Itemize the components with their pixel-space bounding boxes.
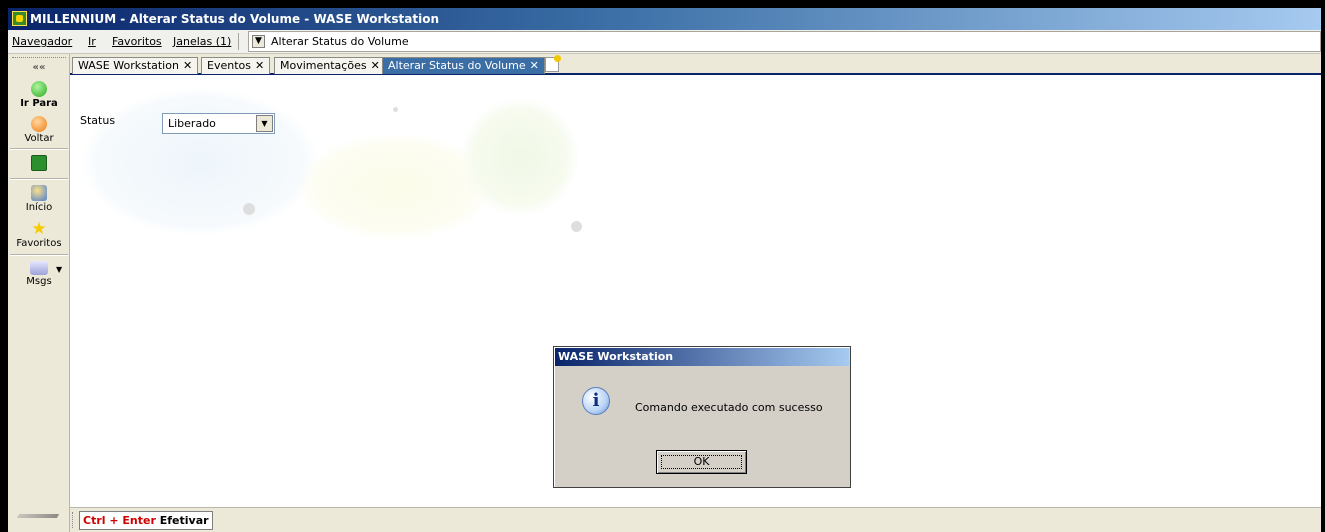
watermark-dot [243, 203, 255, 215]
sidebar-inicio-label: Início [25, 202, 53, 213]
home-icon [31, 185, 47, 201]
close-icon[interactable]: ✕ [255, 59, 264, 72]
menu-ir[interactable]: Ir [88, 35, 96, 48]
sidebar-separator [10, 178, 68, 180]
tab-eventos[interactable]: Eventos ✕ [201, 57, 271, 74]
dialog-message: Comando executado com sucesso [635, 401, 823, 414]
menu-bar: Navegador Ir Favoritos Janelas (1) ▼ Alt… [8, 30, 1321, 54]
shortcut-key-label: Ctrl + Enter [83, 514, 156, 527]
menu-janelas[interactable]: Janelas (1) [173, 35, 231, 48]
app-logo-icon [12, 11, 27, 26]
address-bar[interactable]: ▼ Alterar Status do Volume [248, 31, 1321, 52]
menu-separator [238, 33, 239, 50]
tab-label: Eventos [207, 59, 251, 72]
info-icon: i [582, 387, 610, 415]
status-select-value: Liberado [168, 117, 216, 130]
refresh-icon [31, 155, 47, 171]
address-text: Alterar Status do Volume [271, 35, 409, 48]
footer-grip [72, 512, 76, 528]
message-dialog: WASE Workstation i Comando executado com… [553, 346, 851, 488]
sidebar-ir-para-button[interactable]: Ir Para [8, 81, 70, 109]
close-icon[interactable]: ✕ [183, 59, 192, 72]
back-icon [31, 116, 47, 132]
sidebar-resize-handle[interactable] [16, 514, 60, 518]
tab-alterar-status-do-volume[interactable]: Alterar Status do Volume ✕ [382, 57, 545, 74]
mail-icon [30, 261, 48, 275]
menu-janelas-label: Janelas (1) [173, 35, 232, 48]
sidebar-separator [10, 148, 68, 150]
new-tab-icon[interactable] [545, 55, 561, 72]
window-title: MILLENNIUM - Alterar Status do Volume - … [30, 12, 440, 26]
menu-ir-label: Ir [88, 35, 96, 48]
close-icon[interactable]: ✕ [371, 59, 380, 72]
go-icon [31, 81, 47, 97]
sidebar-voltar-button[interactable]: Voltar [8, 116, 70, 144]
sidebar-favoritos-button[interactable]: ★ Favoritos [8, 219, 70, 250]
sidebar-favoritos-label: Favoritos [16, 238, 62, 249]
status-label: Status [80, 114, 116, 127]
menu-favoritos[interactable]: Favoritos [112, 35, 162, 48]
tab-bar: WASE Workstation ✕ Eventos ✕ Movimentações… [70, 54, 1321, 75]
tab-label: WASE Workstation [78, 59, 179, 72]
menu-navegador-label: Navegador [12, 35, 73, 48]
sidebar-msgs-button[interactable]: ▼ Msgs [8, 261, 70, 287]
tab-movimentacoes[interactable]: Movimentações ✕ [274, 57, 386, 74]
watermark-dot [571, 221, 582, 232]
sidebar-separator [10, 254, 68, 256]
tab-label: Movimentações [280, 59, 367, 72]
title-bar: MILLENNIUM - Alterar Status do Volume - … [8, 8, 1321, 30]
dialog-title[interactable]: WASE Workstation [555, 348, 849, 366]
tab-label: Alterar Status do Volume [388, 59, 526, 72]
sidebar: «« Ir Para Voltar Início ★ Favoritos ▼ M… [8, 54, 70, 532]
menu-favoritos-label: Favoritos [112, 35, 162, 48]
sidebar-ir-para-label: Ir Para [20, 98, 58, 109]
footer-bar: Ctrl + Enter Efetivar [70, 507, 1321, 532]
sidebar-refresh-button[interactable] [8, 155, 70, 172]
close-icon[interactable]: ✕ [530, 59, 539, 72]
shortcut-action-label: Efetivar [159, 514, 209, 527]
app-window: MILLENNIUM - Alterar Status do Volume - … [8, 8, 1321, 532]
dropdown-arrow-icon[interactable]: ▼ [56, 265, 62, 274]
menu-navegador[interactable]: Navegador [12, 35, 72, 48]
tab-wase-workstation[interactable]: WASE Workstation ✕ [72, 57, 199, 74]
arrow-down-icon[interactable]: ▼ [252, 35, 265, 48]
sidebar-grip[interactable] [12, 57, 66, 60]
ok-button[interactable]: OK [656, 450, 747, 474]
chevron-down-icon[interactable]: ▼ [256, 115, 273, 132]
collapse-sidebar-button[interactable]: «« [8, 62, 70, 73]
status-select[interactable]: Liberado ▼ [162, 113, 275, 134]
sidebar-voltar-label: Voltar [24, 133, 54, 144]
watermark-dot [393, 107, 398, 112]
sidebar-inicio-button[interactable]: Início [8, 185, 70, 213]
sidebar-msgs-label: Msgs [26, 276, 52, 287]
watermark-logo [80, 87, 320, 237]
star-icon: ★ [31, 219, 47, 239]
watermark-logo [460, 97, 580, 217]
efetivar-button[interactable]: Ctrl + Enter Efetivar [79, 511, 213, 530]
